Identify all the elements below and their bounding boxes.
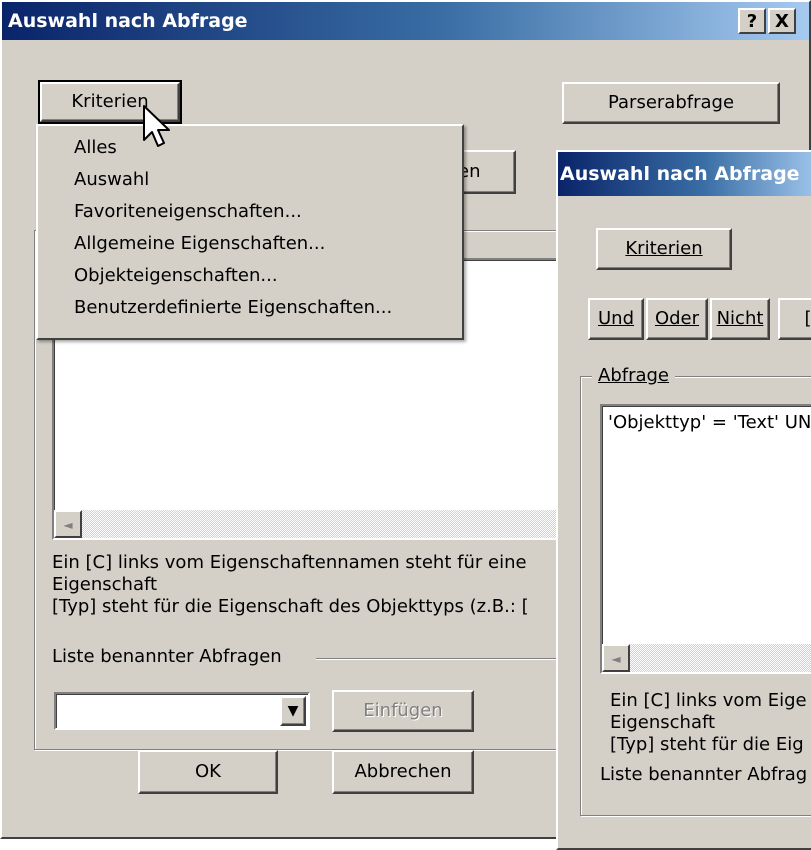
close-button[interactable]: X bbox=[768, 8, 796, 34]
named-queries-dropdown-button[interactable]: ▼ bbox=[280, 696, 306, 726]
cancel-button-label: Abbrechen bbox=[354, 761, 452, 782]
front-query-group-label: Abfrage bbox=[592, 364, 676, 388]
cancel-button[interactable]: Abbrechen bbox=[332, 750, 474, 794]
menu-item-object-properties[interactable]: Objekteigenschaften... bbox=[38, 260, 462, 292]
named-queries-separator bbox=[316, 658, 576, 660]
front-dialog: Auswahl nach Abfrage Kriterien Und Oder … bbox=[556, 150, 811, 850]
back-dialog-title: Auswahl nach Abfrage bbox=[8, 10, 248, 32]
front-partial-button[interactable]: [ bbox=[778, 298, 811, 340]
front-scroll-left-button[interactable]: ◄ bbox=[602, 644, 630, 672]
front-query-textarea[interactable]: 'Objekttyp' = 'Text' UN bbox=[600, 404, 811, 674]
mouse-cursor-icon bbox=[143, 105, 170, 147]
front-criteria-button[interactable]: Kriterien bbox=[596, 228, 732, 270]
insert-button[interactable]: Einfügen bbox=[332, 690, 474, 732]
or-button[interactable]: Oder bbox=[646, 298, 708, 340]
criteria-button-label: Kriterien bbox=[71, 91, 149, 112]
named-queries-combobox[interactable] bbox=[54, 692, 310, 730]
ok-button[interactable]: OK bbox=[138, 750, 278, 794]
info-line-2: Eigenschaft bbox=[52, 574, 158, 595]
scroll-left-arrow-icon: ◄ bbox=[63, 518, 73, 532]
named-queries-label: Liste benannter Abfragen bbox=[52, 646, 282, 667]
front-query-hscrollbar[interactable] bbox=[602, 644, 811, 672]
front-query-text: 'Objekttyp' = 'Text' UN bbox=[608, 412, 811, 433]
chevron-down-icon: ▼ bbox=[287, 703, 299, 719]
parser-query-button[interactable]: Parserabfrage bbox=[562, 82, 780, 124]
menu-item-favorite-properties[interactable]: Favoriteneigenschaften... bbox=[38, 196, 462, 228]
front-dialog-titlebar: Auswahl nach Abfrage bbox=[558, 152, 811, 196]
menu-item-selection[interactable]: Auswahl bbox=[38, 164, 462, 196]
front-criteria-button-label: Kriterien bbox=[625, 238, 703, 259]
and-button-label: Und bbox=[597, 308, 634, 329]
scroll-left-button[interactable]: ◄ bbox=[54, 510, 82, 538]
or-button-label: Oder bbox=[654, 308, 700, 329]
front-info-line-3: [Typ] steht für die Eig bbox=[610, 734, 804, 755]
front-scroll-left-arrow-icon: ◄ bbox=[611, 652, 621, 666]
and-button[interactable]: Und bbox=[588, 298, 644, 340]
menu-item-general-properties[interactable]: Allgemeine Eigenschaften... bbox=[38, 228, 462, 260]
front-dialog-title: Auswahl nach Abfrage bbox=[560, 163, 800, 185]
front-partial-button-label: [ bbox=[804, 308, 811, 329]
front-info-line-2: Eigenschaft bbox=[610, 712, 716, 733]
menu-item-all[interactable]: Alles bbox=[38, 132, 462, 164]
query-hscrollbar[interactable] bbox=[54, 510, 572, 538]
not-button[interactable]: Nicht bbox=[710, 298, 770, 340]
info-line-1: Ein [C] links vom Eigenschaftennamen ste… bbox=[52, 552, 527, 573]
not-button-label: Nicht bbox=[716, 308, 764, 329]
help-button[interactable]: ? bbox=[738, 8, 766, 34]
ok-button-label: OK bbox=[195, 761, 221, 782]
parser-query-button-label: Parserabfrage bbox=[607, 92, 735, 113]
front-info-line-1: Ein [C] links vom Eige bbox=[610, 690, 807, 711]
criteria-menu: Alles Auswahl Favoriteneigenschaften... … bbox=[36, 124, 464, 340]
back-dialog-titlebar: Auswahl nach Abfrage bbox=[2, 2, 809, 40]
menu-item-custom-properties[interactable]: Benutzerdefinierte Eigenschaften... bbox=[38, 292, 462, 324]
front-named-queries-label: Liste benannter Abfrag bbox=[600, 764, 808, 785]
info-line-3: [Typ] steht für die Eigenschaft des Obje… bbox=[52, 596, 529, 617]
insert-button-label: Einfügen bbox=[363, 700, 443, 721]
